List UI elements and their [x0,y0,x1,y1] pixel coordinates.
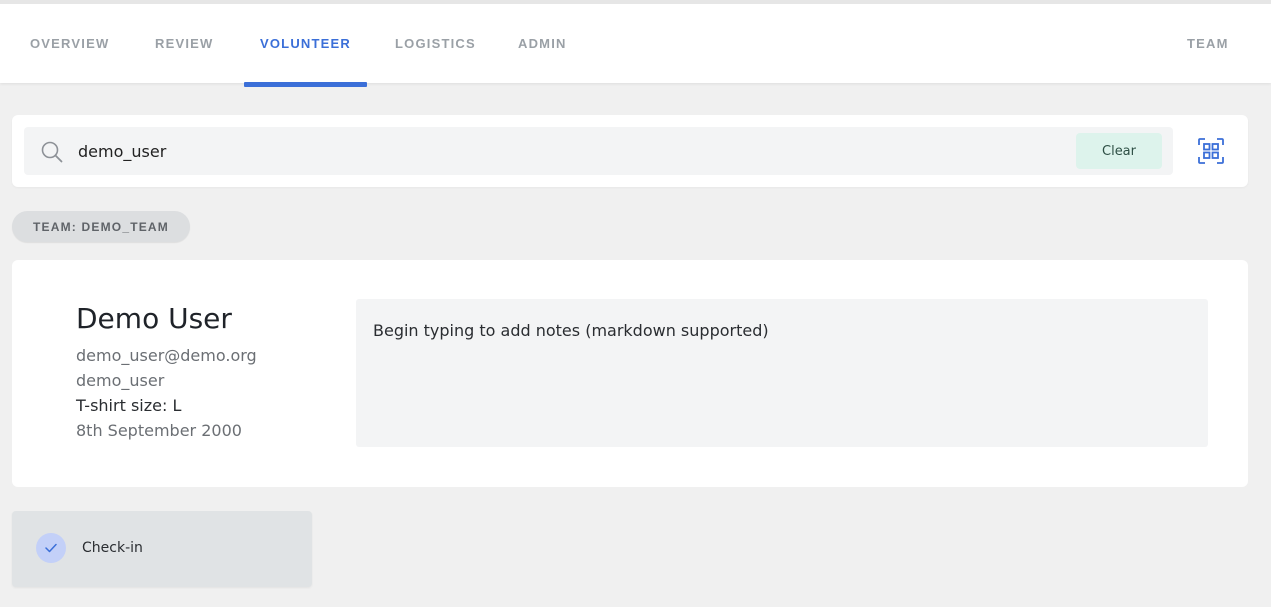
user-name: Demo User [76,302,232,335]
search-card: Clear [12,115,1248,187]
tab-volunteer[interactable]: VOLUNTEER [260,36,351,54]
qr-scan-icon[interactable] [1197,137,1225,165]
search-input[interactable] [78,139,978,163]
user-date-of-birth: 8th September 2000 [76,421,242,440]
user-email: demo_user@demo.org [76,346,257,365]
checkin-button[interactable]: Check-in [12,511,312,587]
tab-overview[interactable]: OVERVIEW [30,36,109,54]
user-card: Demo User demo_user@demo.org demo_user T… [12,260,1248,487]
user-username: demo_user [76,371,165,390]
tab-review[interactable]: REVIEW [155,36,213,54]
active-tab-indicator [244,82,367,87]
notes-textarea[interactable] [356,299,1208,447]
search-box: Clear [24,127,1173,175]
search-icon [40,140,64,164]
team-badge: TEAM: DEMO_TEAM [12,211,190,242]
top-navigation-bar: OVERVIEW REVIEW VOLUNTEER LOGISTICS ADMI… [0,0,1271,83]
check-icon [36,533,66,563]
clear-button[interactable]: Clear [1076,133,1162,169]
user-tshirt-size: T-shirt size: L [76,396,182,415]
tab-admin[interactable]: ADMIN [518,36,567,54]
checkin-label: Check-in [82,540,143,556]
tab-team[interactable]: TEAM [1187,36,1229,54]
tab-logistics[interactable]: LOGISTICS [395,36,476,54]
